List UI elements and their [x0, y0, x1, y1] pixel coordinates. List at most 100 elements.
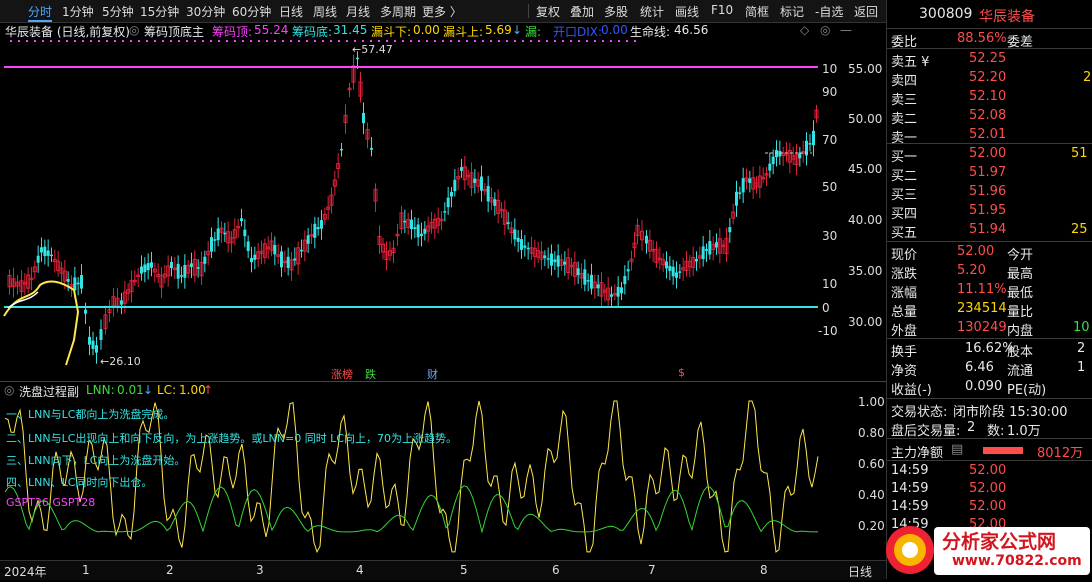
top-label: 筹码顶:	[212, 25, 253, 39]
candle-body	[616, 286, 620, 297]
candle-body	[170, 261, 173, 269]
signal-dot	[362, 40, 364, 42]
stat-value: 234514	[957, 301, 1007, 316]
kai-value: 0.00	[601, 23, 628, 37]
signal-dot	[458, 40, 460, 42]
stat-value: 2	[1077, 341, 1086, 356]
settings-icon[interactable]: ◎	[820, 23, 830, 37]
stat-value: 52.00	[957, 244, 995, 259]
stat-label: 外盘	[891, 324, 918, 339]
candle-body	[286, 256, 290, 268]
candle-body	[306, 235, 310, 244]
overlay-button[interactable]: 叠加	[570, 3, 594, 20]
candle-body	[480, 176, 483, 191]
note-line: 四、LNN、LC同时向下出仓。	[6, 476, 153, 489]
candle-body	[316, 227, 320, 230]
minimize-icon[interactable]: —	[840, 23, 852, 37]
buy-level-price: 51.95	[969, 203, 1007, 218]
candle-body	[280, 251, 283, 268]
signal-dot	[154, 40, 156, 42]
logo-url: www.70822.com	[952, 553, 1082, 569]
time-tick: 3	[256, 563, 264, 577]
candle-body	[91, 340, 95, 349]
osc-tick: 10	[822, 277, 838, 291]
back-button[interactable]: 返回	[854, 3, 878, 20]
candle-body	[210, 237, 213, 252]
candle-body	[150, 262, 153, 268]
candle-body	[66, 279, 70, 282]
signal-dot	[338, 40, 340, 42]
candle-body	[190, 263, 193, 267]
signal-dot	[194, 40, 196, 42]
candle-body	[735, 191, 738, 206]
mark-button[interactable]: 标记	[780, 3, 804, 20]
candle-body	[46, 250, 50, 256]
draw-line-button[interactable]: 画线	[675, 3, 699, 20]
f10-button[interactable]: F10	[711, 3, 733, 17]
signal-dot	[42, 40, 44, 42]
candle-body	[180, 275, 183, 277]
period-tab-month[interactable]: 月线	[346, 3, 370, 20]
signal-dot	[618, 40, 620, 42]
period-tab-week[interactable]: 周线	[313, 3, 337, 20]
signal-dot	[570, 40, 572, 42]
stat-label: 流通	[1007, 364, 1034, 379]
indicator-name[interactable]: 筹码顶底主	[144, 23, 204, 40]
signal-dot	[554, 40, 556, 42]
sell-level-price: 52.20	[969, 70, 1007, 85]
candlestick-chart[interactable]	[0, 40, 886, 380]
signal-dot	[34, 40, 36, 42]
candle-body	[95, 345, 98, 353]
simple-frame-button[interactable]: 简框	[745, 3, 769, 20]
candle-body	[43, 246, 47, 257]
multi-stock-button[interactable]: 多股	[604, 3, 628, 20]
arrow-icon: ←	[352, 43, 362, 56]
life-label: 生命线:	[630, 25, 671, 39]
price-tick: 55.00	[848, 62, 883, 76]
signal-dot	[442, 40, 444, 42]
self-select-button[interactable]: -自选	[815, 3, 843, 20]
time-tick: 4	[356, 563, 364, 577]
signal-dot	[410, 40, 412, 42]
candle-body	[596, 284, 600, 289]
period-tab-1min[interactable]: 1分钟	[62, 3, 94, 20]
diamond-icon[interactable]: ◇	[800, 23, 809, 37]
lnn-line	[4, 485, 819, 534]
signal-dot	[18, 40, 20, 42]
candle-body	[223, 232, 227, 235]
sell-level-price: 52.08	[969, 108, 1007, 123]
stats-button[interactable]: 统计	[640, 3, 664, 20]
sell-level-label: 卖二	[891, 112, 918, 127]
period-tab-60min[interactable]: 60分钟	[232, 3, 271, 20]
main-chart-header: 华辰装备 (日线,前复权) ◎ 筹码顶底主 筹码顶: 55.24 筹码底: 31…	[0, 23, 886, 39]
candle-body	[246, 241, 250, 251]
stock-code: 300809	[919, 6, 973, 22]
candle-body	[250, 257, 253, 263]
period-tab-30min[interactable]: 30分钟	[186, 3, 225, 20]
candle-body	[708, 240, 712, 255]
stat-label: 最低	[1007, 286, 1034, 301]
sell-level-label: 卖三	[891, 93, 918, 108]
period-tab-more[interactable]: 更多 〉	[422, 3, 462, 20]
period-tab-15min[interactable]: 15分钟	[140, 3, 179, 20]
buy-level-volume: 51	[1071, 146, 1088, 161]
period-tab-multi[interactable]: 多周期	[380, 3, 416, 20]
event-marker-dollar[interactable]: $	[678, 366, 685, 379]
candle-body	[610, 294, 613, 297]
fuquan-button[interactable]: 复权	[536, 3, 560, 20]
sell-level-label: 卖五 ¥	[891, 55, 930, 70]
period-tab-fenshi[interactable]: 分时	[28, 3, 53, 22]
period-tab-day[interactable]: 日线	[279, 3, 303, 20]
after-hours-amount-label: 数:	[987, 424, 1005, 439]
candle-body	[443, 211, 447, 213]
period-tab-5min[interactable]: 5分钟	[102, 3, 134, 20]
signal-dot	[610, 40, 612, 42]
signal-dot	[370, 40, 372, 42]
candle-body	[576, 268, 580, 276]
candle-body	[320, 220, 323, 229]
document-icon[interactable]: ▤	[951, 442, 963, 457]
signal-dot	[170, 40, 172, 42]
main-flow-label: 主力净额	[891, 446, 944, 461]
candle-body	[812, 130, 815, 146]
settings-icon[interactable]: ◎	[129, 23, 139, 37]
